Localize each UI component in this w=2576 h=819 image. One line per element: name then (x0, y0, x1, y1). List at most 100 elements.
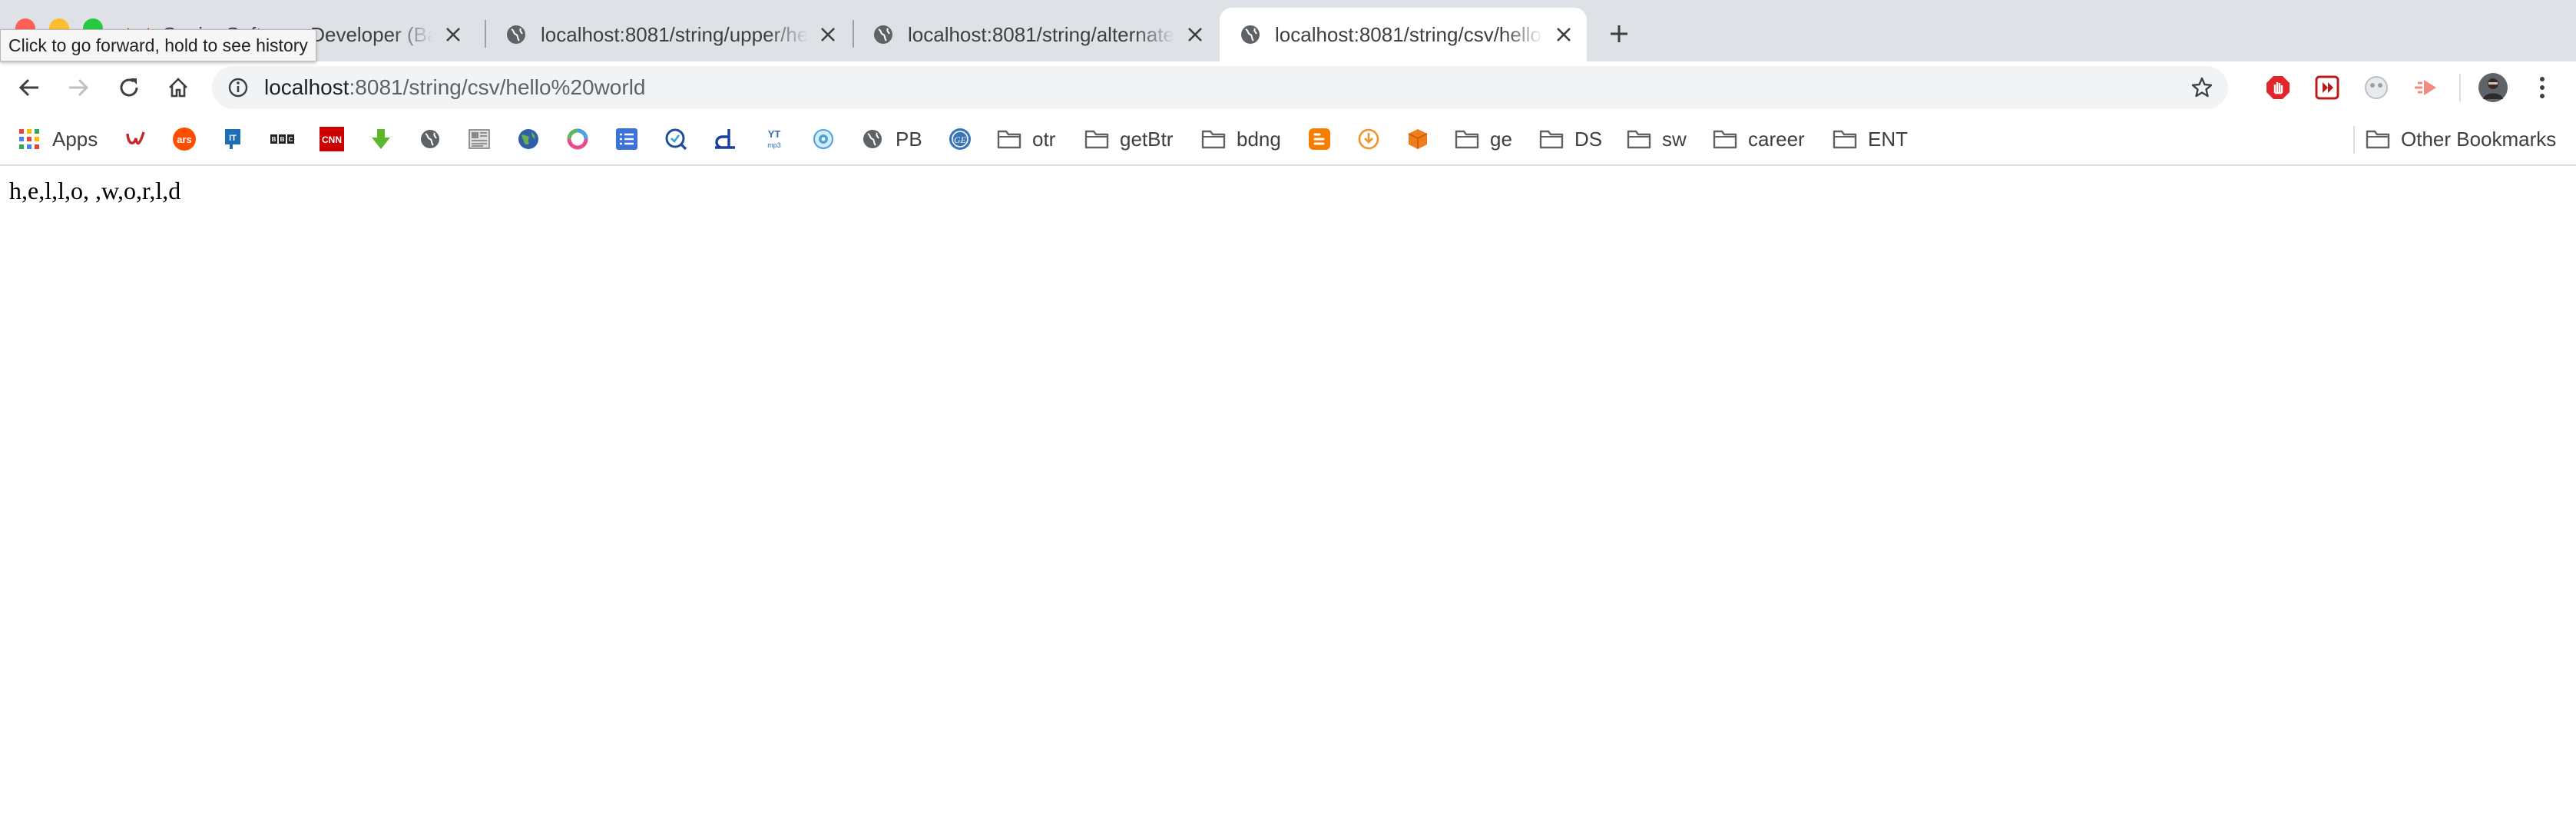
circle-logo-icon (565, 127, 590, 151)
url-text[interactable]: localhost:8081/string/csv/hello%20world (264, 66, 646, 109)
bookmark-it-icon: IT (221, 127, 246, 151)
bookmark-pb[interactable]: PB (860, 114, 922, 164)
bookmark-globe[interactable] (418, 114, 442, 164)
globe-icon (504, 22, 528, 47)
bookmark-u-icon (123, 127, 147, 151)
close-icon[interactable] (1551, 22, 1576, 47)
d-logo-icon (713, 127, 737, 151)
bookmark-label: career (1748, 127, 1805, 151)
close-icon[interactable] (1183, 22, 1207, 47)
apps-grid-icon (17, 127, 41, 151)
globe-icon (418, 127, 442, 151)
close-icon[interactable] (816, 22, 840, 47)
cnn-icon: CNN (320, 127, 344, 151)
extension-gray-icon[interactable] (2361, 72, 2392, 103)
target-icon (811, 127, 836, 151)
tab-csv[interactable]: localhost:8081/string/csv/hello (1220, 8, 1587, 61)
folder-otr[interactable]: otr (997, 114, 1055, 164)
bookmarks-bar: Apps ars IT BBC CNN YT mp3 PB GE otr getB… (0, 114, 2576, 166)
folder-icon (2366, 127, 2390, 151)
extension-arrow-icon[interactable] (2410, 72, 2441, 103)
newspaper-icon (467, 127, 492, 151)
folder-icon (1713, 127, 1737, 151)
bookmark-it[interactable]: IT (221, 114, 246, 164)
close-icon[interactable] (441, 22, 465, 47)
apps-label: Apps (52, 127, 98, 151)
tab-title: localhost:8081/string/alternate (908, 22, 1174, 46)
download-arrow-icon (369, 127, 393, 151)
svg-text:B: B (272, 136, 276, 143)
folder-sw[interactable]: sw (1627, 114, 1687, 164)
folder-ent[interactable]: ENT (1833, 114, 1908, 164)
bookmark-blogger[interactable] (1307, 114, 1332, 164)
folder-icon (1201, 127, 1226, 151)
bookmark-cnn[interactable]: CNN (320, 114, 344, 164)
bookmark-u[interactable] (123, 114, 147, 164)
svg-text:ars: ars (177, 134, 192, 145)
bookmark-d[interactable] (713, 114, 737, 164)
folder-getbtr[interactable]: getBtr (1084, 114, 1173, 164)
folder-career[interactable]: career (1713, 114, 1805, 164)
bookmark-orange-box[interactable] (1406, 114, 1430, 164)
bookmark-ytmp3[interactable]: YT mp3 (762, 114, 786, 164)
ytmp3-icon: YT mp3 (762, 127, 786, 151)
bookmark-label: bdng (1237, 127, 1281, 151)
bookmark-label: sw (1662, 127, 1687, 151)
bookmark-list[interactable] (614, 114, 639, 164)
bookmark-chat[interactable] (664, 114, 688, 164)
folder-ge[interactable]: ge (1455, 114, 1512, 164)
folder-ds[interactable]: DS (1539, 114, 1602, 164)
bookmark-label: otr (1032, 127, 1056, 151)
bookmark-label: PB (896, 127, 922, 151)
folder-bdng[interactable]: bdng (1201, 114, 1281, 164)
bookmark-label: getBtr (1120, 127, 1174, 151)
folder-other-bookmarks[interactable]: Other Bookmarks (2366, 114, 2556, 164)
svg-text:mp3: mp3 (767, 141, 781, 149)
forward-icon[interactable] (63, 72, 94, 103)
bookmark-ars[interactable]: ars (172, 114, 197, 164)
orange-circle-icon (1356, 127, 1381, 151)
blogger-icon (1307, 127, 1332, 151)
url-path: :8081/string/csv/hello%20world (349, 75, 646, 99)
bookmark-label: ENT (1868, 127, 1908, 151)
address-bar[interactable]: localhost:8081/string/csv/hello%20world (212, 66, 2228, 109)
info-icon[interactable] (226, 75, 250, 100)
bookmark-bbc[interactable]: BBC (270, 114, 295, 164)
folder-icon (1627, 127, 1651, 151)
home-icon[interactable] (163, 72, 194, 103)
bookmark-label: ge (1490, 127, 1512, 151)
orange-box-icon (1406, 127, 1430, 151)
bookmark-download[interactable] (369, 114, 393, 164)
tab-alternate[interactable]: localhost:8081/string/alternate (853, 8, 1218, 61)
avatar[interactable] (2478, 72, 2508, 103)
bookmark-ge[interactable]: GE (948, 114, 972, 164)
page-body-text: h,e,l,l,o, ,w,o,r,l,d (9, 177, 181, 204)
back-icon[interactable] (14, 72, 45, 103)
tab-upper[interactable]: localhost:8081/string/upper/hello (485, 8, 851, 61)
ge-icon: GE (948, 127, 972, 151)
adblock-icon[interactable] (2263, 72, 2293, 103)
apps-button[interactable]: Apps (17, 114, 98, 164)
bookmark-label: DS (1574, 127, 1603, 151)
menu-icon[interactable] (2527, 72, 2558, 103)
folder-icon (1833, 127, 1857, 151)
plus-icon[interactable] (1604, 18, 1634, 49)
extension-red-icon[interactable] (2312, 72, 2343, 103)
bookmark-newspaper[interactable] (467, 114, 492, 164)
folder-icon (997, 127, 1021, 151)
reload-icon[interactable] (114, 72, 144, 103)
other-bookmarks-label: Other Bookmarks (2401, 127, 2557, 151)
svg-text:CNN: CNN (322, 134, 342, 145)
chat-icon (664, 127, 688, 151)
svg-text:GE: GE (954, 134, 967, 145)
tab-title: localhost:8081/string/csv/hello (1275, 22, 1541, 46)
bookmark-target[interactable] (811, 114, 836, 164)
star-icon[interactable] (2190, 75, 2214, 100)
bookmark-orange-circle[interactable] (1356, 114, 1381, 164)
globe-icon (871, 22, 896, 47)
bookmark-earth[interactable] (516, 114, 541, 164)
bbc-icon: BBC (270, 127, 295, 151)
svg-text:YT: YT (768, 128, 781, 140)
globe-icon (1238, 22, 1263, 47)
bookmark-circle[interactable] (565, 114, 590, 164)
